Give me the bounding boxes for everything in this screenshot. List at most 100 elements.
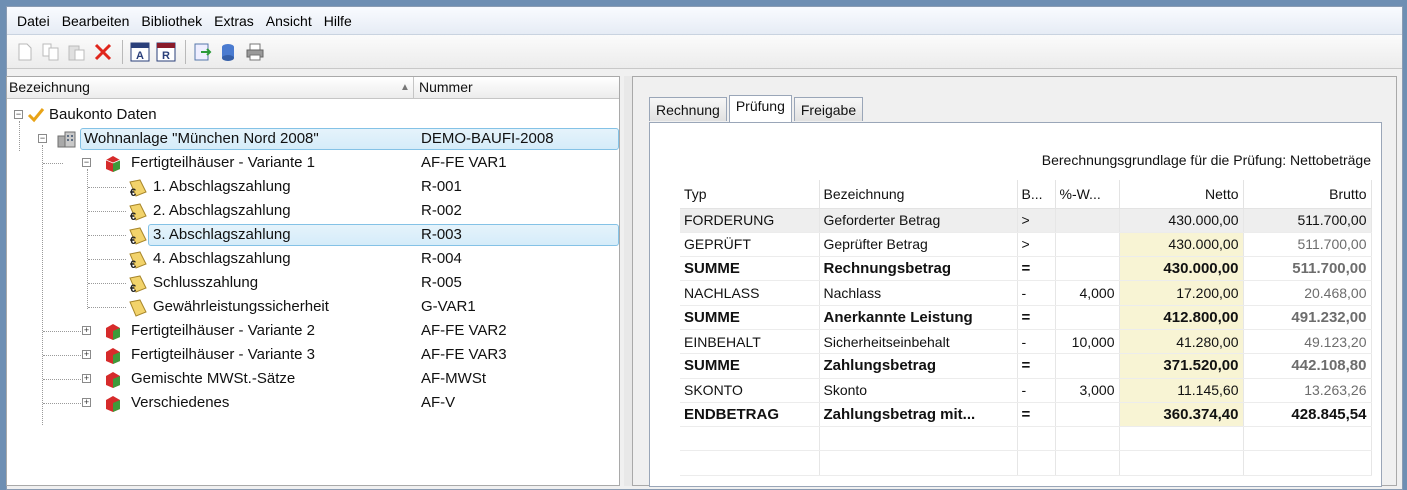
tree-node-label: 1. Abschlagszahlung [153, 178, 291, 195]
tree-node-mwst[interactable]: + Gemischte MWSt.-Sätze AF-MWSt [7, 367, 619, 391]
table-row-empty [680, 426, 1372, 452]
tree-node-number: R-002 [421, 202, 462, 219]
calculation-basis-label: Berechnungsgrundlage für die Prüfung: Ne… [1041, 152, 1371, 168]
tree-node-number: R-004 [421, 250, 462, 267]
column-header-brutto[interactable]: Brutto [1243, 180, 1372, 209]
cell-bezeichnung: Anerkannte Leistung [819, 305, 1018, 330]
tree-node-r001[interactable]: € 1. Abschlagszahlung R-001 [7, 175, 619, 199]
tree-node-r005[interactable]: € Schlusszahlung R-005 [7, 271, 619, 295]
menu-extras[interactable]: Extras [210, 13, 262, 29]
tree-node-r002[interactable]: € 2. Abschlagszahlung R-002 [7, 199, 619, 223]
cell-brutto: 491.232,00 [1243, 305, 1372, 330]
tab-pruefung[interactable]: Prüfung [728, 95, 792, 122]
table-row[interactable]: SUMME Rechnungsbetrag = 430.000,00 511.7… [680, 256, 1372, 282]
expand-icon[interactable]: + [82, 398, 91, 407]
cell-typ: SUMME [680, 353, 820, 379]
cell-prozent: 10,000 [1055, 329, 1120, 355]
menu-bearbeiten[interactable]: Bearbeiten [58, 13, 138, 29]
cell-b: > [1017, 232, 1056, 258]
table-row[interactable]: FORDERUNG Geforderter Betrag > 430.000,0… [680, 208, 1372, 233]
tree-node-wohnanlage[interactable]: − Wohnanlage "München Nord 2008" DEMO-BA… [7, 127, 619, 151]
table-row[interactable]: NACHLASS Nachlass - 4,000 17.200,00 20.4… [680, 280, 1372, 306]
tree-node-variante-3[interactable]: + Fertigteilhäuser - Variante 3 AF-FE VA… [7, 343, 619, 367]
tree-node-number: G-VAR1 [421, 298, 476, 315]
tree-node-verschiedenes[interactable]: + Verschiedenes AF-V [7, 391, 619, 415]
column-header-bezeichnung[interactable]: Bezeichnung [9, 79, 90, 95]
tree-node-gvar1[interactable]: Gewährleistungssicherheit G-VAR1 [7, 295, 619, 319]
export-icon[interactable] [191, 40, 215, 64]
paste-icon[interactable] [65, 40, 89, 64]
print-icon[interactable] [243, 40, 267, 64]
tree-node-label: 2. Abschlagszahlung [153, 202, 291, 219]
table-row[interactable]: SUMME Zahlungsbetrag = 371.520,00 442.10… [680, 353, 1372, 379]
column-header-typ[interactable]: Typ [680, 180, 820, 209]
column-header-b[interactable]: B... [1017, 180, 1056, 209]
menu-bibliothek[interactable]: Bibliothek [137, 13, 210, 29]
database-icon[interactable] [217, 40, 241, 64]
cell-b: = [1017, 256, 1056, 282]
column-header-prozent[interactable]: %-W... [1055, 180, 1120, 209]
report-a-icon[interactable]: A [128, 40, 152, 64]
expand-icon[interactable]: + [82, 326, 91, 335]
tree-node-r004[interactable]: € 4. Abschlagszahlung R-004 [7, 247, 619, 271]
cell-prozent [1055, 305, 1120, 330]
cell-brutto: 13.263,26 [1243, 378, 1372, 403]
cell-brutto: 442.108,80 [1243, 353, 1372, 379]
expand-icon[interactable]: + [82, 374, 91, 383]
package-icon [104, 370, 122, 388]
tree-node-baukonto[interactable]: − Baukonto Daten [7, 103, 619, 127]
column-header-netto[interactable]: Netto [1119, 180, 1244, 209]
package-icon [104, 394, 122, 412]
menu-datei[interactable]: Datei [13, 13, 58, 29]
panel-splitter[interactable] [624, 76, 632, 486]
cell-bezeichnung: Geforderter Betrag [819, 208, 1018, 233]
cell-b: = [1017, 353, 1056, 379]
checkmark-icon [27, 106, 45, 124]
cell-prozent: 3,000 [1055, 378, 1120, 403]
table-row[interactable]: ENDBETRAG Zahlungsbetrag mit... = 360.37… [680, 402, 1372, 428]
new-document-icon[interactable] [13, 40, 37, 64]
report-r-icon[interactable]: R [154, 40, 178, 64]
copy-icon[interactable] [39, 40, 63, 64]
cell-b: - [1017, 378, 1056, 403]
cell-prozent [1055, 353, 1120, 379]
svg-text:€: € [130, 235, 136, 246]
tree-node-number: AF-FE VAR1 [421, 154, 507, 171]
svg-text:A: A [136, 50, 144, 62]
collapse-icon[interactable]: − [38, 134, 47, 143]
table-header-row: Typ Bezeichnung B... %-W... Netto Brutto [680, 180, 1372, 209]
table-row[interactable]: EINBEHALT Sicherheitseinbehalt - 10,000 … [680, 329, 1372, 355]
table-row[interactable]: SKONTO Skonto - 3,000 11.145,60 13.263,2… [680, 378, 1372, 403]
table-row[interactable]: SUMME Anerkannte Leistung = 412.800,00 4… [680, 305, 1372, 330]
column-header-nummer[interactable]: Nummer [419, 79, 473, 95]
tree-node-number: AF-FE VAR3 [421, 346, 507, 363]
tree-node-label: Baukonto Daten [49, 106, 157, 123]
collapse-icon[interactable]: − [82, 158, 91, 167]
tree-node-label: Fertigteilhäuser - Variante 3 [131, 346, 315, 363]
cell-bezeichnung: Nachlass [819, 280, 1018, 306]
tree-node-label: Gewährleistungssicherheit [153, 298, 329, 315]
cell-b: = [1017, 402, 1056, 428]
cell-typ: SUMME [680, 256, 820, 282]
tab-freigabe[interactable]: Freigabe [793, 97, 864, 121]
tree-node-variante-1[interactable]: − Fertigteilhäuser - Variante 1 AF-FE VA… [7, 151, 619, 175]
cell-bezeichnung: Geprüfter Betrag [819, 232, 1018, 258]
cell-typ: FORDERUNG [680, 208, 820, 233]
sort-ascending-icon: ▲ [400, 82, 410, 93]
delete-icon[interactable] [91, 40, 115, 64]
table-row[interactable]: GEPRÜFT Geprüfter Betrag > 430.000,00 51… [680, 232, 1372, 258]
invoice-euro-icon: € [127, 274, 147, 295]
cell-netto: 412.800,00 [1119, 305, 1244, 330]
menu-hilfe[interactable]: Hilfe [320, 13, 360, 29]
collapse-icon[interactable]: − [14, 110, 23, 119]
menu-ansicht[interactable]: Ansicht [262, 13, 320, 29]
cell-typ: GEPRÜFT [680, 232, 820, 258]
expand-icon[interactable]: + [82, 350, 91, 359]
tree-node-r003[interactable]: € 3. Abschlagszahlung R-003 [7, 223, 619, 247]
tab-content-pruefung: Berechnungsgrundlage für die Prüfung: Ne… [649, 122, 1382, 487]
tab-rechnung[interactable]: Rechnung [649, 97, 727, 121]
cell-prozent [1055, 232, 1120, 258]
column-header-bezeichnung[interactable]: Bezeichnung [819, 180, 1018, 209]
column-divider[interactable] [413, 77, 414, 99]
tree-node-variante-2[interactable]: + Fertigteilhäuser - Variante 2 AF-FE VA… [7, 319, 619, 343]
